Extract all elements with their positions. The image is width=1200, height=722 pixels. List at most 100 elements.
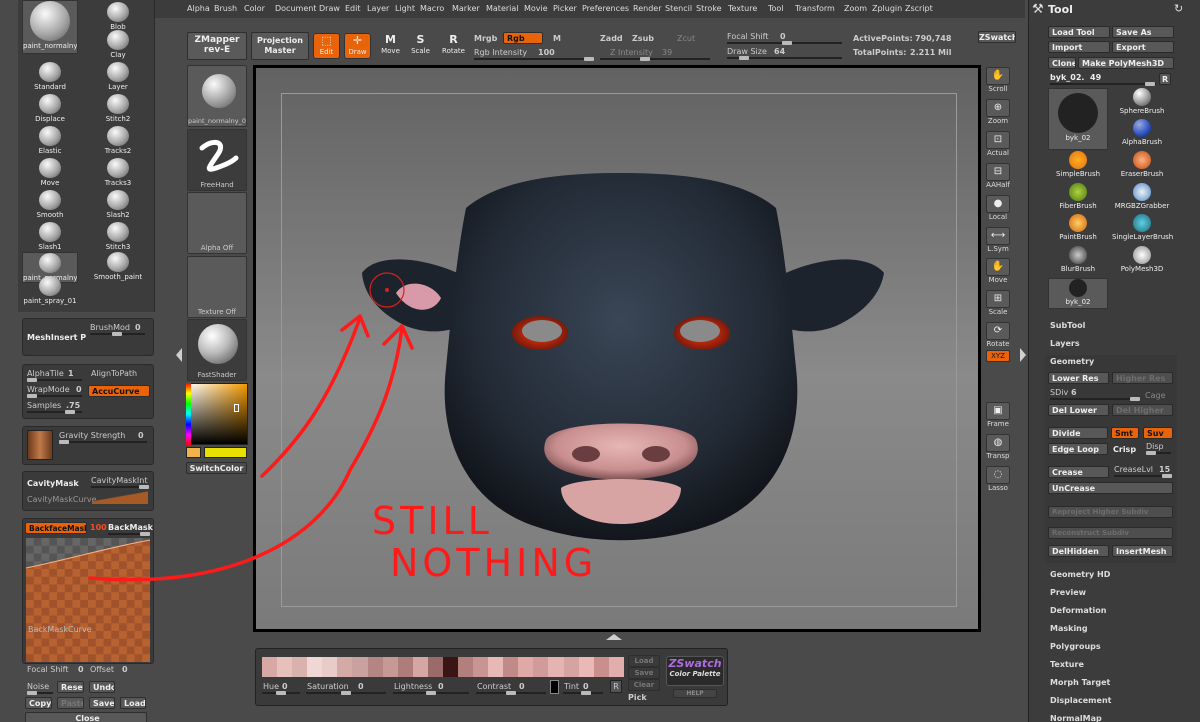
disp-slider[interactable] xyxy=(1146,451,1171,455)
color-swatch[interactable] xyxy=(533,657,549,677)
undo-button[interactable]: Undo xyxy=(89,681,115,693)
color-swatch[interactable] xyxy=(473,657,489,677)
tool-item-mrgbzgrabber[interactable]: MRGBZGrabber xyxy=(1112,183,1172,214)
mrgb-toggle[interactable]: Mrgb xyxy=(474,34,497,43)
menu-zoom[interactable]: Zoom xyxy=(844,4,867,13)
menu-tool[interactable]: Tool xyxy=(768,4,784,13)
meshinsert-label[interactable]: MeshInsert P xyxy=(27,333,86,342)
brush-move[interactable]: Move xyxy=(22,158,78,189)
tool-item-eraserbrush[interactable]: EraserBrush xyxy=(1112,151,1172,182)
swatch-load-button[interactable]: Load xyxy=(628,655,660,667)
accucurve-toggle[interactable]: AccuCurve xyxy=(88,385,150,397)
tint-color-box[interactable] xyxy=(550,680,559,694)
brush-paint-spray-01[interactable]: paint_spray_01 xyxy=(22,276,78,307)
reproject-higher-subdiv-button[interactable]: Reproject Higher Subdiv xyxy=(1048,506,1173,518)
menu-stroke[interactable]: Stroke xyxy=(696,4,722,13)
reconstruct-subdiv-button[interactable]: Reconstruct Subdiv xyxy=(1048,527,1173,539)
color-swatch[interactable] xyxy=(412,657,428,677)
higher-res-button[interactable]: Higher Res xyxy=(1112,372,1173,384)
export-button[interactable]: Export xyxy=(1112,41,1174,53)
samples-slider[interactable] xyxy=(27,410,82,414)
brush-slash2[interactable]: Slash2 xyxy=(90,190,146,221)
brush-tracks3[interactable]: Tracks3 xyxy=(90,158,146,189)
zsub-toggle[interactable]: Zsub xyxy=(632,34,654,43)
menu-zscript[interactable]: Zscript xyxy=(905,4,933,13)
bull-head-model[interactable] xyxy=(256,68,978,629)
color-swatch[interactable] xyxy=(277,657,293,677)
color-swatch[interactable] xyxy=(262,657,278,677)
delhidden-button[interactable]: DelHidden xyxy=(1048,545,1109,557)
refresh-icon[interactable]: ↻ xyxy=(1174,2,1183,15)
color-swatch[interactable] xyxy=(367,657,383,677)
edge-loop-button[interactable]: Edge Loop xyxy=(1048,443,1108,455)
divide-button[interactable]: Divide xyxy=(1048,427,1108,439)
tint-slider[interactable] xyxy=(563,691,603,695)
swatch-help-button[interactable]: HELP xyxy=(673,689,717,698)
sdiv-slider[interactable] xyxy=(1050,397,1140,401)
crisp-toggle[interactable]: Crisp xyxy=(1113,445,1136,454)
brush-smooth-paint[interactable]: Smooth_paint xyxy=(90,252,146,283)
color-swatch[interactable] xyxy=(518,657,534,677)
close-button[interactable]: Close xyxy=(25,712,147,722)
scale-button[interactable]: S Scale xyxy=(407,33,434,59)
layers-section[interactable]: Layers xyxy=(1050,339,1080,348)
copy-button[interactable]: Copy xyxy=(25,697,52,709)
menu-transform[interactable]: Transform xyxy=(795,4,835,13)
view-l-sym-button[interactable]: ⟷ L.Sym xyxy=(984,227,1012,257)
color-swatch[interactable] xyxy=(397,657,413,677)
menu-render[interactable]: Render xyxy=(633,4,661,13)
m-toggle[interactable]: M xyxy=(553,34,561,43)
menu-material[interactable]: Material xyxy=(486,4,519,13)
color-picker[interactable] xyxy=(186,383,248,445)
menu-color[interactable]: Color xyxy=(244,4,265,13)
brush-clay[interactable]: Clay xyxy=(90,30,146,61)
color-swatch[interactable] xyxy=(442,657,459,677)
color-swatch[interactable] xyxy=(503,657,519,677)
edit-button[interactable]: ⬚ Edit xyxy=(313,33,340,59)
noise-slider[interactable] xyxy=(27,691,53,695)
cage-toggle[interactable]: Cage xyxy=(1145,391,1166,400)
color-swatch[interactable] xyxy=(458,657,474,677)
brush-paint-normalny-0[interactable]: paint_normalny_0 xyxy=(22,0,78,54)
swatch-save-button[interactable]: Save xyxy=(628,667,660,679)
del-higher-button[interactable]: Del Higher xyxy=(1112,404,1173,416)
tool-item-byk-02[interactable]: byk_02 xyxy=(1048,88,1108,150)
secondary-color-swatch[interactable] xyxy=(186,447,201,458)
view-aahalf-button[interactable]: ⊟ AAHalf xyxy=(984,163,1012,193)
tool-item-paintbrush[interactable]: PaintBrush xyxy=(1048,214,1108,245)
view-scale-button[interactable]: ⊞ Scale xyxy=(984,290,1012,320)
draw-size-slider[interactable] xyxy=(727,56,842,60)
suv-toggle[interactable]: Suv xyxy=(1143,427,1173,439)
switchcolor-button[interactable]: SwitchColor xyxy=(186,462,247,474)
load-tool-button[interactable]: Load Tool xyxy=(1048,26,1110,38)
menu-document[interactable]: Document xyxy=(275,4,316,13)
menu-movie[interactable]: Movie xyxy=(524,4,548,13)
menu-macro[interactable]: Macro xyxy=(420,4,444,13)
save-button[interactable]: Save xyxy=(89,697,115,709)
section-masking[interactable]: Masking xyxy=(1050,624,1088,633)
view-rotate-button[interactable]: ⟳ Rotate xyxy=(984,322,1012,352)
color-swatch[interactable] xyxy=(563,657,579,677)
section-geometry-hd[interactable]: Geometry HD xyxy=(1050,570,1110,579)
menu-light[interactable]: Light xyxy=(395,4,415,13)
zadd-toggle[interactable]: Zadd xyxy=(600,34,623,43)
tool-item-alphabrush[interactable]: AlphaBrush xyxy=(1112,119,1172,150)
menu-preferences[interactable]: Preferences xyxy=(582,4,629,13)
view-frame-button[interactable]: ▣ Frame xyxy=(984,402,1012,432)
brush-blob[interactable]: Blob xyxy=(90,2,146,33)
uncrease-button[interactable]: UnCrease xyxy=(1048,482,1173,494)
view-zoom-button[interactable]: ⊕ Zoom xyxy=(984,99,1012,129)
backfacemask-toggle[interactable]: BackfaceMask xyxy=(25,522,87,534)
make-polymesh-button[interactable]: Make PolyMesh3D xyxy=(1078,57,1174,69)
section-normalmap[interactable]: NormalMap xyxy=(1050,714,1102,722)
menu-zplugin[interactable]: Zplugin xyxy=(872,4,902,13)
brush-elastic[interactable]: Elastic xyxy=(22,126,78,157)
gravity-curve-thumbnail[interactable] xyxy=(27,430,53,460)
focal-shift-slider[interactable] xyxy=(727,41,842,45)
color-swatch[interactable] xyxy=(578,657,594,677)
rgb-toggle[interactable]: Rgb xyxy=(503,32,543,44)
view-xyz-button[interactable]: XYZ xyxy=(984,350,1012,380)
alphatile-slider[interactable] xyxy=(27,378,82,382)
load-button[interactable]: Load xyxy=(120,697,146,709)
section-displacement[interactable]: Displacement xyxy=(1050,696,1111,705)
